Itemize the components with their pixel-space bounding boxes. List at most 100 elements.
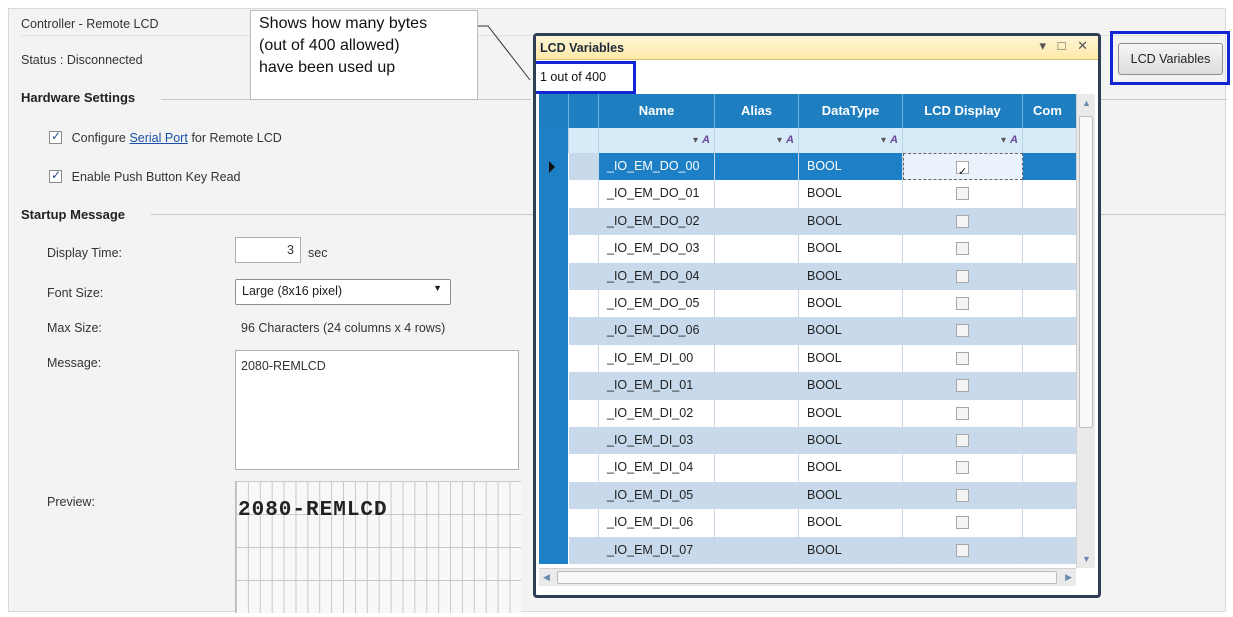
lcd-display-checkbox[interactable] [955,269,969,283]
cell-alias[interactable] [715,536,799,564]
lcd-display-checkbox[interactable] [955,214,969,228]
cell-alias[interactable] [715,180,799,208]
filter-datatype[interactable]: ▾ A [799,128,903,153]
cell-type[interactable]: BOOL [799,344,903,373]
cell-name[interactable]: _IO_EM_DI_06 [599,509,715,537]
cell-type[interactable]: BOOL [799,235,903,263]
filter-lcd-display[interactable]: ▾ A [903,128,1023,153]
cell-lcd[interactable] [903,372,1023,400]
filter-comment[interactable] [1023,128,1079,153]
filter-name[interactable]: ▾ A [599,128,715,153]
lcd-display-checkbox[interactable] [955,543,969,557]
column-header-alias[interactable]: Alias [715,94,799,128]
cell-alias[interactable] [715,481,799,510]
cell-alias[interactable] [715,427,799,455]
lcd-variables-button[interactable]: LCD Variables [1118,43,1223,75]
lcd-display-checkbox[interactable] [955,324,969,338]
cell-lcd[interactable] [903,427,1023,455]
configure-serial-checkbox[interactable]: ✓ [49,129,62,144]
cell-type[interactable]: BOOL [799,207,903,236]
cell-lcd[interactable] [903,207,1023,236]
cell-name[interactable]: _IO_EM_DO_02 [599,207,715,236]
horizontal-scrollbar[interactable]: ◀ ▶ [539,568,1076,586]
row-indicator[interactable] [539,290,569,318]
lcd-display-checkbox[interactable] [955,379,969,393]
row-indicator[interactable] [539,427,569,455]
cell-lcd[interactable] [903,344,1023,373]
cell-lcd[interactable] [903,153,1023,181]
cell-name[interactable]: _IO_EM_DO_04 [599,262,715,290]
lcd-display-checkbox[interactable] [955,351,969,365]
cell-type[interactable]: BOOL [799,262,903,290]
row-indicator[interactable] [539,344,569,373]
table-row[interactable]: _IO_EM_DI_05 BOOL [539,481,1079,510]
cell-lcd[interactable] [903,235,1023,263]
column-header-name[interactable]: Name [599,94,715,128]
cell-name[interactable]: _IO_EM_DI_05 [599,481,715,510]
cell-comment[interactable] [1023,399,1079,427]
table-row[interactable]: _IO_EM_DO_04 BOOL [539,262,1079,290]
table-row[interactable]: _IO_EM_DI_02 BOOL [539,399,1079,427]
row-indicator[interactable] [539,207,569,236]
cell-name[interactable]: _IO_EM_DI_03 [599,427,715,455]
cell-alias[interactable] [715,235,799,263]
cell-type[interactable]: BOOL [799,399,903,427]
cell-type[interactable]: BOOL [799,536,903,564]
cell-name[interactable]: _IO_EM_DI_02 [599,399,715,427]
cell-comment[interactable] [1023,180,1079,208]
table-row[interactable]: _IO_EM_DI_03 BOOL [539,427,1079,455]
cell-type[interactable]: BOOL [799,153,903,181]
cell-lcd[interactable] [903,180,1023,208]
cell-lcd[interactable] [903,536,1023,564]
cell-comment[interactable] [1023,481,1079,510]
horizontal-scroll-thumb[interactable] [557,571,1057,584]
lcd-display-checkbox[interactable] [955,187,969,201]
cell-comment[interactable] [1023,372,1079,400]
cell-alias[interactable] [715,509,799,537]
cell-type[interactable]: BOOL [799,427,903,455]
row-indicator[interactable] [539,372,569,400]
message-textarea[interactable]: 2080-REMLCD [235,350,519,470]
cell-comment[interactable] [1023,454,1079,482]
vertical-scrollbar[interactable]: ▲ ▼ [1076,94,1095,568]
row-indicator[interactable] [539,536,569,564]
cell-name[interactable]: _IO_EM_DI_01 [599,372,715,400]
cell-comment[interactable] [1023,536,1079,564]
table-row[interactable]: _IO_EM_DI_07 BOOL [539,536,1079,564]
cell-name[interactable]: _IO_EM_DO_06 [599,317,715,345]
cell-comment[interactable] [1023,235,1079,263]
cell-name[interactable]: _IO_EM_DI_04 [599,454,715,482]
scroll-down-icon[interactable]: ▼ [1082,554,1091,564]
cell-alias[interactable] [715,399,799,427]
window-titlebar[interactable]: LCD Variables ▾ □ ✕ [536,36,1098,60]
cell-alias[interactable] [715,317,799,345]
cell-alias[interactable] [715,153,799,181]
row-indicator[interactable] [539,454,569,482]
cell-type[interactable]: BOOL [799,290,903,318]
font-size-select[interactable]: Large (8x16 pixel) ▼ [235,279,451,305]
cell-type[interactable]: BOOL [799,481,903,510]
table-row[interactable]: _IO_EM_DI_01 BOOL [539,372,1079,400]
cell-lcd[interactable] [903,509,1023,537]
scroll-right-icon[interactable]: ▶ [1065,572,1072,583]
table-row[interactable]: _IO_EM_DO_03 BOOL [539,235,1079,263]
cell-lcd[interactable] [903,317,1023,345]
table-row[interactable]: _IO_EM_DO_05 BOOL [539,290,1079,318]
scroll-left-icon[interactable]: ◀ [543,572,550,583]
lcd-display-checkbox[interactable] [955,516,969,530]
lcd-display-checkbox[interactable] [955,242,969,256]
table-row[interactable]: _IO_EM_DO_06 BOOL [539,317,1079,345]
row-indicator[interactable] [539,399,569,427]
lcd-display-checkbox[interactable] [955,297,969,310]
row-indicator[interactable] [539,153,569,181]
filter-alias[interactable]: ▾ A [715,128,799,153]
cell-lcd[interactable] [903,290,1023,318]
table-row[interactable]: _IO_EM_DI_00 BOOL [539,344,1079,373]
cell-lcd[interactable] [903,454,1023,482]
table-row[interactable]: _IO_EM_DI_04 BOOL [539,454,1079,482]
cell-type[interactable]: BOOL [799,509,903,537]
cell-comment[interactable] [1023,509,1079,537]
row-indicator[interactable] [539,509,569,537]
cell-lcd[interactable] [903,399,1023,427]
lcd-display-checkbox[interactable] [955,488,969,502]
